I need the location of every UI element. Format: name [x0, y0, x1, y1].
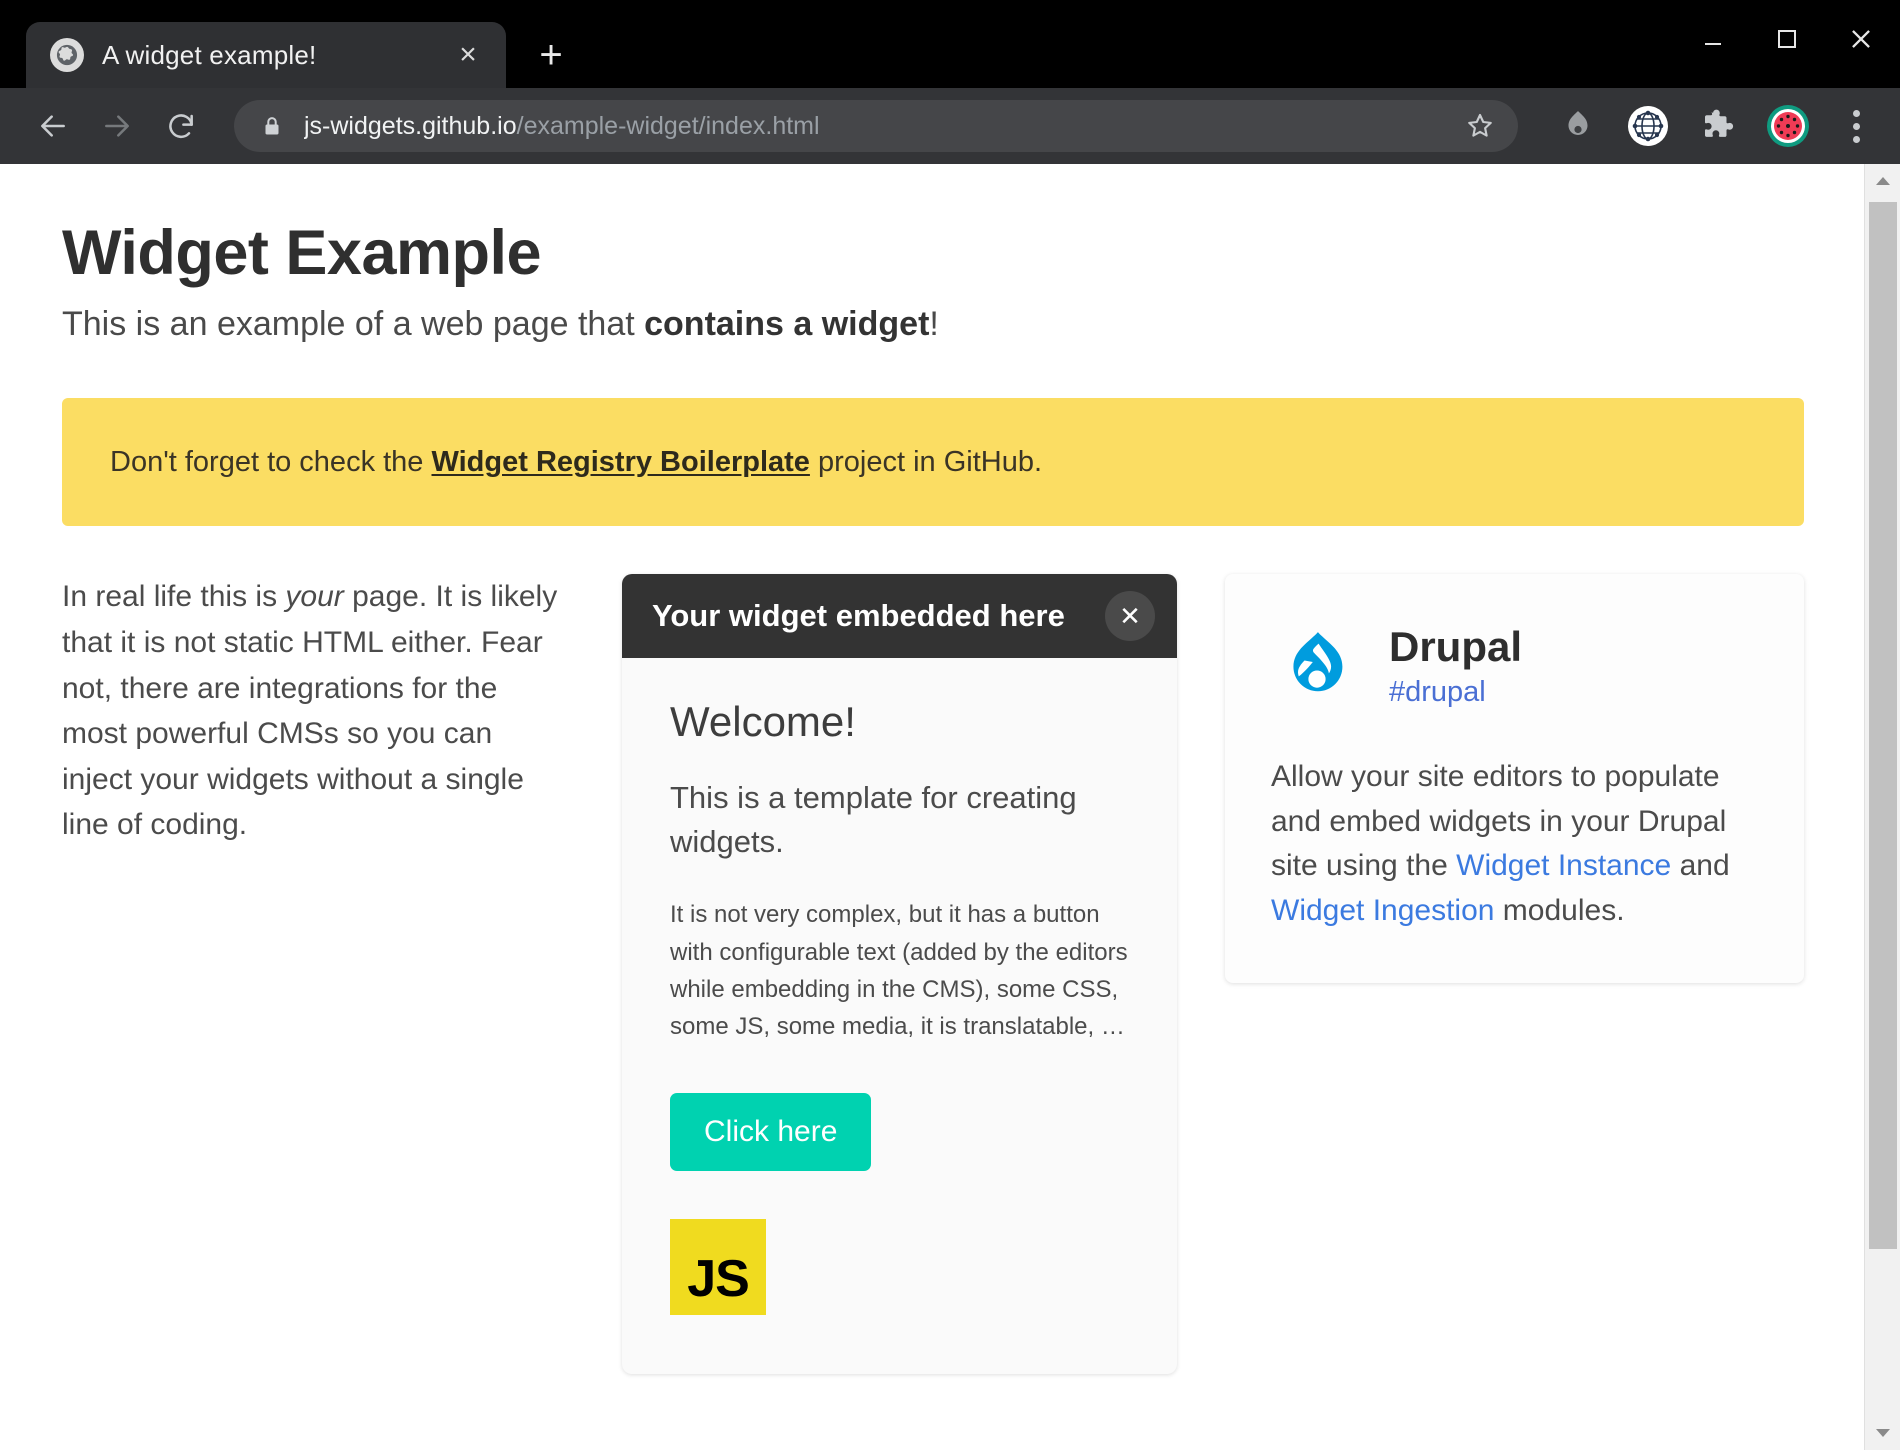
- drupal-drop-logo: [1271, 618, 1363, 715]
- page-title: Widget Example: [62, 218, 542, 288]
- scroll-up-arrow-icon[interactable]: [1865, 164, 1900, 198]
- tab-strip: A widget example! × +: [0, 0, 1900, 88]
- drupal-column: Drupal #drupal Allow your site editors t…: [1225, 574, 1804, 983]
- javascript-logo-label: JS: [687, 1250, 750, 1309]
- browser-toolbar: js-widgets.github.io/example-widget/inde…: [0, 88, 1900, 164]
- alert-banner: Don't forget to check the Widget Registr…: [62, 398, 1804, 527]
- embedded-widget-column: Your widget embedded here ✕ Welcome! Thi…: [622, 574, 1177, 1375]
- puzzle-extensions-icon[interactable]: [1692, 100, 1744, 152]
- three-dot-menu-icon[interactable]: [1834, 100, 1878, 152]
- widget-registry-boilerplate-link[interactable]: Widget Registry Boilerplate: [432, 446, 810, 478]
- widget-body: Welcome! This is a template for creating…: [622, 658, 1177, 1371]
- url-text: js-widgets.github.io/example-widget/inde…: [304, 112, 1456, 141]
- drupal-body-mid: and: [1671, 849, 1730, 883]
- drupal-card-header: Drupal #drupal: [1271, 618, 1758, 715]
- page-subtitle-pre: This is an example of a web page that: [62, 305, 645, 344]
- browser-window: A widget example! × + js-widgets.github.…: [0, 0, 1900, 1450]
- page-viewport: Widget Example This is an example of a w…: [0, 164, 1900, 1450]
- alert-text-post: project in GitHub.: [809, 445, 1043, 478]
- widget-close-icon[interactable]: ✕: [1105, 591, 1155, 642]
- watermelon-profile-avatar[interactable]: [1762, 100, 1814, 152]
- forward-arrow-icon[interactable]: [90, 99, 144, 153]
- minimize-icon[interactable]: [1696, 22, 1730, 56]
- page-subtitle: This is an example of a web page that co…: [62, 302, 1804, 346]
- drupal-card-meta: Drupal #drupal: [1389, 624, 1522, 709]
- drupal-card-title: Drupal: [1389, 623, 1523, 671]
- widget-instance-link[interactable]: Widget Instance: [1456, 849, 1671, 882]
- browser-tab[interactable]: A widget example! ×: [26, 22, 506, 88]
- address-bar[interactable]: js-widgets.github.io/example-widget/inde…: [234, 100, 1518, 152]
- alert-text: Don't forget to check the Widget Registr…: [110, 446, 1042, 479]
- close-window-icon[interactable]: [1844, 22, 1878, 56]
- url-path: /example-widget/index.html: [516, 111, 820, 140]
- drupal-card-body: Allow your site editors to populate and …: [1271, 755, 1758, 933]
- vertical-scrollbar[interactable]: [1864, 164, 1900, 1450]
- drupal-body-post: modules.: [1494, 893, 1625, 927]
- new-tab-button[interactable]: +: [520, 24, 582, 86]
- widget-heading: Welcome!: [670, 698, 856, 746]
- embedded-widget-card: Your widget embedded here ✕ Welcome! Thi…: [622, 574, 1177, 1375]
- page-content: Widget Example This is an example of a w…: [0, 164, 1864, 1450]
- intro-paragraph: In real life this is your page. It is li…: [62, 574, 562, 848]
- url-host: js-widgets.github.io: [304, 111, 517, 140]
- content-columns: In real life this is your page. It is li…: [62, 574, 1804, 1375]
- intro-pre: In real life this is: [62, 580, 286, 614]
- scrollbar-track[interactable]: [1865, 198, 1900, 1416]
- tab-title: A widget example!: [102, 39, 317, 70]
- drupal-card-tag[interactable]: #drupal: [1389, 676, 1522, 709]
- widget-header-title: Your widget embedded here: [652, 598, 1065, 634]
- widget-lead-paragraph: This is a template for creating widgets.: [670, 780, 1077, 860]
- bookmark-star-icon[interactable]: [1456, 102, 1504, 150]
- widget-ingestion-link[interactable]: Widget Ingestion: [1271, 894, 1494, 927]
- widget-header: Your widget embedded here ✕: [622, 574, 1177, 659]
- page-subtitle-post: !: [929, 305, 939, 344]
- globe-network-extension-icon[interactable]: [1622, 100, 1674, 152]
- page-subtitle-strong: contains a widget: [644, 305, 930, 344]
- back-arrow-icon[interactable]: [26, 99, 80, 153]
- maximize-icon[interactable]: [1770, 22, 1804, 56]
- widget-detail-paragraph: It is not very complex, but it has a but…: [670, 901, 1128, 1040]
- drupal-card: Drupal #drupal Allow your site editors t…: [1225, 574, 1804, 983]
- close-tab-icon[interactable]: ×: [448, 35, 488, 75]
- alert-text-pre: Don't forget to check the: [110, 445, 432, 478]
- javascript-logo-icon: JS: [670, 1219, 766, 1316]
- intro-post: page. It is likely that it is not static…: [62, 580, 558, 842]
- window-controls: [1696, 22, 1878, 56]
- click-here-button[interactable]: Click here: [670, 1093, 872, 1172]
- reload-icon[interactable]: [154, 99, 208, 153]
- scrollbar-thumb[interactable]: [1868, 202, 1897, 1250]
- lock-icon: [260, 114, 284, 138]
- drupal-extension-icon[interactable]: [1552, 100, 1604, 152]
- globe-icon: [50, 38, 84, 72]
- scroll-down-arrow-icon[interactable]: [1865, 1416, 1900, 1450]
- intro-column: In real life this is your page. It is li…: [62, 574, 622, 848]
- intro-emphasis: your: [285, 580, 344, 614]
